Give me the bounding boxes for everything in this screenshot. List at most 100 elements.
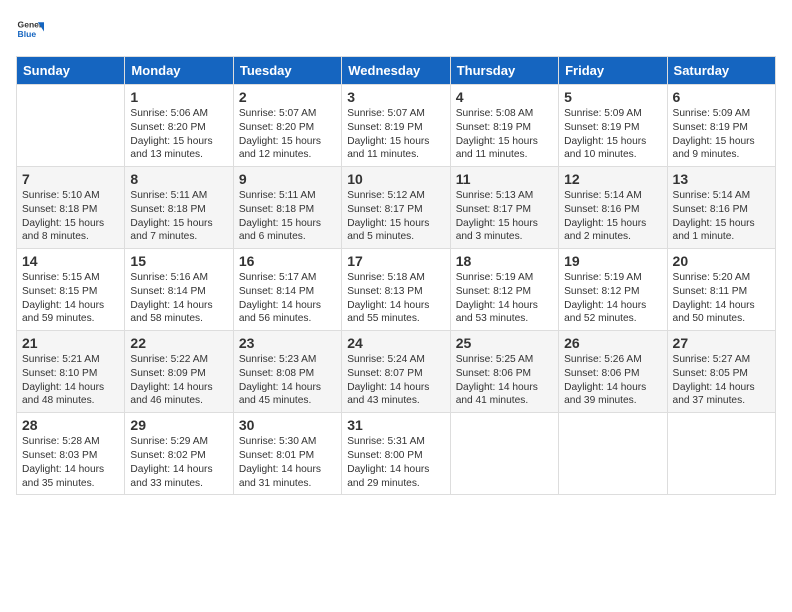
table-row (667, 413, 775, 495)
table-row: 17 Sunrise: 5:18 AM Sunset: 8:13 PM Dayli… (342, 249, 450, 331)
day-number: 19 (564, 253, 661, 269)
table-row (17, 85, 125, 167)
table-row: 24 Sunrise: 5:24 AM Sunset: 8:07 PM Dayli… (342, 331, 450, 413)
table-row: 14 Sunrise: 5:15 AM Sunset: 8:15 PM Dayli… (17, 249, 125, 331)
day-number: 9 (239, 171, 336, 187)
day-info: Sunrise: 5:26 AM Sunset: 8:06 PM Dayligh… (564, 353, 661, 408)
table-row: 27 Sunrise: 5:27 AM Sunset: 8:05 PM Dayli… (667, 331, 775, 413)
day-number: 22 (130, 335, 227, 351)
day-number: 24 (347, 335, 444, 351)
table-row: 16 Sunrise: 5:17 AM Sunset: 8:14 PM Dayli… (233, 249, 341, 331)
col-friday: Friday (559, 57, 667, 85)
day-number: 26 (564, 335, 661, 351)
day-number: 15 (130, 253, 227, 269)
day-number: 10 (347, 171, 444, 187)
col-saturday: Saturday (667, 57, 775, 85)
day-info: Sunrise: 5:19 AM Sunset: 8:12 PM Dayligh… (456, 271, 553, 326)
day-info: Sunrise: 5:22 AM Sunset: 8:09 PM Dayligh… (130, 353, 227, 408)
day-info: Sunrise: 5:19 AM Sunset: 8:12 PM Dayligh… (564, 271, 661, 326)
calendar-week-row: 14 Sunrise: 5:15 AM Sunset: 8:15 PM Dayli… (17, 249, 776, 331)
day-info: Sunrise: 5:12 AM Sunset: 8:17 PM Dayligh… (347, 189, 444, 244)
table-row: 31 Sunrise: 5:31 AM Sunset: 8:00 PM Dayli… (342, 413, 450, 495)
day-info: Sunrise: 5:06 AM Sunset: 8:20 PM Dayligh… (130, 107, 227, 162)
day-info: Sunrise: 5:30 AM Sunset: 8:01 PM Dayligh… (239, 435, 336, 490)
day-number: 3 (347, 89, 444, 105)
day-info: Sunrise: 5:25 AM Sunset: 8:06 PM Dayligh… (456, 353, 553, 408)
day-number: 8 (130, 171, 227, 187)
day-number: 20 (673, 253, 770, 269)
col-thursday: Thursday (450, 57, 558, 85)
table-row: 25 Sunrise: 5:25 AM Sunset: 8:06 PM Dayli… (450, 331, 558, 413)
page-header: General Blue (16, 16, 776, 44)
day-number: 6 (673, 89, 770, 105)
calendar-week-row: 21Sunrise: 5:21 AM Sunset: 8:10 PM Dayli… (17, 331, 776, 413)
day-info: Sunrise: 5:10 AM Sunset: 8:18 PM Dayligh… (22, 189, 119, 244)
day-number: 1 (130, 89, 227, 105)
table-row: 23 Sunrise: 5:23 AM Sunset: 8:08 PM Dayli… (233, 331, 341, 413)
day-number: 23 (239, 335, 336, 351)
day-number: 5 (564, 89, 661, 105)
day-info: Sunrise: 5:15 AM Sunset: 8:15 PM Dayligh… (22, 271, 119, 326)
table-row: 4 Sunrise: 5:08 AM Sunset: 8:19 PM Daylig… (450, 85, 558, 167)
table-row: 10 Sunrise: 5:12 AM Sunset: 8:17 PM Dayli… (342, 167, 450, 249)
table-row: 12Sunrise: 5:14 AM Sunset: 8:16 PM Dayli… (559, 167, 667, 249)
table-row: 3 Sunrise: 5:07 AM Sunset: 8:19 PM Daylig… (342, 85, 450, 167)
table-row: 15 Sunrise: 5:16 AM Sunset: 8:14 PM Dayli… (125, 249, 233, 331)
calendar-week-row: 28Sunrise: 5:28 AM Sunset: 8:03 PM Dayli… (17, 413, 776, 495)
day-number: 13 (673, 171, 770, 187)
day-info: Sunrise: 5:27 AM Sunset: 8:05 PM Dayligh… (673, 353, 770, 408)
table-row: 1 Sunrise: 5:06 AM Sunset: 8:20 PM Daylig… (125, 85, 233, 167)
table-row: 22 Sunrise: 5:22 AM Sunset: 8:09 PM Dayli… (125, 331, 233, 413)
calendar-week-row: 1 Sunrise: 5:06 AM Sunset: 8:20 PM Daylig… (17, 85, 776, 167)
day-info: Sunrise: 5:17 AM Sunset: 8:14 PM Dayligh… (239, 271, 336, 326)
table-row: 30 Sunrise: 5:30 AM Sunset: 8:01 PM Dayli… (233, 413, 341, 495)
day-number: 27 (673, 335, 770, 351)
table-row: 29 Sunrise: 5:29 AM Sunset: 8:02 PM Dayli… (125, 413, 233, 495)
col-tuesday: Tuesday (233, 57, 341, 85)
day-info: Sunrise: 5:07 AM Sunset: 8:20 PM Dayligh… (239, 107, 336, 162)
day-info: Sunrise: 5:16 AM Sunset: 8:14 PM Dayligh… (130, 271, 227, 326)
day-number: 29 (130, 417, 227, 433)
day-number: 31 (347, 417, 444, 433)
svg-text:Blue: Blue (18, 29, 37, 39)
table-row: 18 Sunrise: 5:19 AM Sunset: 8:12 PM Dayli… (450, 249, 558, 331)
day-info: Sunrise: 5:09 AM Sunset: 8:19 PM Dayligh… (564, 107, 661, 162)
table-row (450, 413, 558, 495)
day-info: Sunrise: 5:09 AM Sunset: 8:19 PM Dayligh… (673, 107, 770, 162)
table-row: 28Sunrise: 5:28 AM Sunset: 8:03 PM Dayli… (17, 413, 125, 495)
day-info: Sunrise: 5:31 AM Sunset: 8:00 PM Dayligh… (347, 435, 444, 490)
calendar-week-row: 7 Sunrise: 5:10 AM Sunset: 8:18 PM Daylig… (17, 167, 776, 249)
day-info: Sunrise: 5:18 AM Sunset: 8:13 PM Dayligh… (347, 271, 444, 326)
day-number: 4 (456, 89, 553, 105)
table-row: 20Sunrise: 5:20 AM Sunset: 8:11 PM Dayli… (667, 249, 775, 331)
table-row: 2Sunrise: 5:07 AM Sunset: 8:20 PM Daylig… (233, 85, 341, 167)
day-number: 17 (347, 253, 444, 269)
logo: General Blue (16, 16, 48, 44)
table-row (559, 413, 667, 495)
day-number: 18 (456, 253, 553, 269)
day-info: Sunrise: 5:14 AM Sunset: 8:16 PM Dayligh… (673, 189, 770, 244)
day-number: 7 (22, 171, 119, 187)
col-wednesday: Wednesday (342, 57, 450, 85)
col-monday: Monday (125, 57, 233, 85)
day-info: Sunrise: 5:08 AM Sunset: 8:19 PM Dayligh… (456, 107, 553, 162)
day-info: Sunrise: 5:24 AM Sunset: 8:07 PM Dayligh… (347, 353, 444, 408)
day-info: Sunrise: 5:23 AM Sunset: 8:08 PM Dayligh… (239, 353, 336, 408)
table-row: 19 Sunrise: 5:19 AM Sunset: 8:12 PM Dayli… (559, 249, 667, 331)
day-number: 28 (22, 417, 119, 433)
day-number: 14 (22, 253, 119, 269)
day-number: 25 (456, 335, 553, 351)
table-row: 7 Sunrise: 5:10 AM Sunset: 8:18 PM Daylig… (17, 167, 125, 249)
day-info: Sunrise: 5:29 AM Sunset: 8:02 PM Dayligh… (130, 435, 227, 490)
day-info: Sunrise: 5:13 AM Sunset: 8:17 PM Dayligh… (456, 189, 553, 244)
day-number: 21 (22, 335, 119, 351)
day-number: 11 (456, 171, 553, 187)
calendar-table: Sunday Monday Tuesday Wednesday Thursday… (16, 56, 776, 495)
day-info: Sunrise: 5:07 AM Sunset: 8:19 PM Dayligh… (347, 107, 444, 162)
day-number: 16 (239, 253, 336, 269)
table-row: 11 Sunrise: 5:13 AM Sunset: 8:17 PM Dayli… (450, 167, 558, 249)
day-number: 30 (239, 417, 336, 433)
logo-icon: General Blue (16, 16, 44, 44)
table-row: 6 Sunrise: 5:09 AM Sunset: 8:19 PM Daylig… (667, 85, 775, 167)
day-info: Sunrise: 5:11 AM Sunset: 8:18 PM Dayligh… (130, 189, 227, 244)
